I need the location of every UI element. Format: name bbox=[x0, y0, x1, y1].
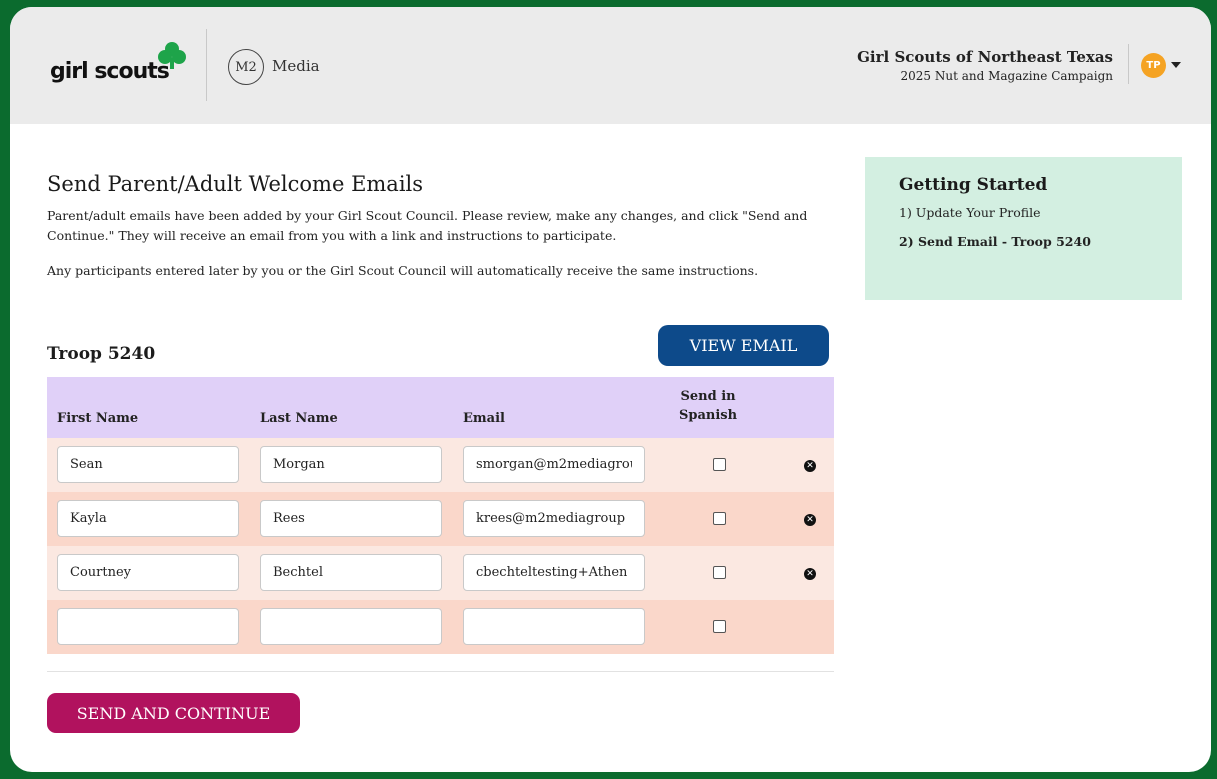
table-header: First Name Last Name Email Send in Spani… bbox=[47, 377, 834, 438]
girl-scouts-logo[interactable]: girl scouts bbox=[50, 59, 170, 84]
email-input[interactable] bbox=[463, 554, 645, 591]
remove-row-icon[interactable]: ✕ bbox=[804, 568, 816, 580]
send-spanish-checkbox[interactable] bbox=[713, 566, 726, 579]
first-name-input[interactable] bbox=[57, 446, 239, 483]
m2-media-label: Media bbox=[272, 57, 320, 75]
trefoil-icon bbox=[158, 42, 186, 69]
send-spanish-checkbox[interactable] bbox=[713, 458, 726, 471]
send-and-continue-button[interactable]: SEND AND CONTINUE bbox=[47, 693, 300, 733]
app-frame: girl scouts M2 Media Girl Scouts of Nort… bbox=[10, 7, 1211, 772]
first-name-input[interactable] bbox=[57, 554, 239, 591]
table-row: ✕ bbox=[47, 438, 834, 492]
troop-title: Troop 5240 bbox=[47, 344, 156, 364]
remove-row-icon[interactable]: ✕ bbox=[804, 514, 816, 526]
email-input[interactable] bbox=[463, 500, 645, 537]
user-avatar[interactable]: TP bbox=[1141, 53, 1166, 78]
header-email: Email bbox=[463, 411, 505, 426]
table-row: ✕ bbox=[47, 546, 834, 600]
last-name-input[interactable] bbox=[260, 500, 442, 537]
chevron-down-icon[interactable] bbox=[1171, 62, 1181, 68]
table-row: ✕ bbox=[47, 492, 834, 546]
participants-table: First Name Last Name Email Send in Spani… bbox=[47, 377, 834, 654]
step-send-email[interactable]: 2) Send Email - Troop 5240 bbox=[899, 234, 1148, 249]
last-name-input[interactable] bbox=[260, 608, 442, 645]
council-name: Girl Scouts of Northeast Texas bbox=[857, 48, 1113, 66]
council-info: Girl Scouts of Northeast Texas 2025 Nut … bbox=[857, 48, 1113, 83]
header-last-name: Last Name bbox=[260, 411, 338, 426]
header-spanish-line1: Send in bbox=[680, 389, 736, 404]
send-spanish-checkbox[interactable] bbox=[713, 620, 726, 633]
remove-row-icon[interactable]: ✕ bbox=[804, 460, 816, 472]
email-input[interactable] bbox=[463, 446, 645, 483]
header-divider-right bbox=[1128, 44, 1129, 84]
header-spanish-line2: Spanish bbox=[679, 408, 738, 423]
email-input[interactable] bbox=[463, 608, 645, 645]
header-first-name: First Name bbox=[57, 411, 139, 426]
header: girl scouts M2 Media Girl Scouts of Nort… bbox=[10, 7, 1211, 124]
last-name-input[interactable] bbox=[260, 446, 442, 483]
first-name-input[interactable] bbox=[57, 608, 239, 645]
campaign-name: 2025 Nut and Magazine Campaign bbox=[900, 69, 1113, 83]
step-update-profile[interactable]: 1) Update Your Profile bbox=[899, 205, 1148, 220]
getting-started-title: Getting Started bbox=[899, 175, 1048, 195]
m2-logo-badge: M2 bbox=[228, 49, 264, 85]
header-send-in-spanish: Send in Spanish bbox=[679, 387, 737, 425]
send-spanish-checkbox[interactable] bbox=[713, 512, 726, 525]
first-name-input[interactable] bbox=[57, 500, 239, 537]
page-title: Send Parent/Adult Welcome Emails bbox=[47, 172, 424, 196]
view-email-button[interactable]: VIEW EMAIL bbox=[658, 325, 829, 366]
intro-text: Parent/adult emails have been added by y… bbox=[47, 208, 808, 243]
intro-note: Any participants entered later by you or… bbox=[47, 263, 759, 278]
getting-started-panel: Getting Started 1) Update Your Profile 2… bbox=[865, 157, 1182, 300]
table-row bbox=[47, 600, 834, 654]
divider bbox=[47, 671, 834, 672]
header-divider bbox=[206, 29, 207, 101]
last-name-input[interactable] bbox=[260, 554, 442, 591]
